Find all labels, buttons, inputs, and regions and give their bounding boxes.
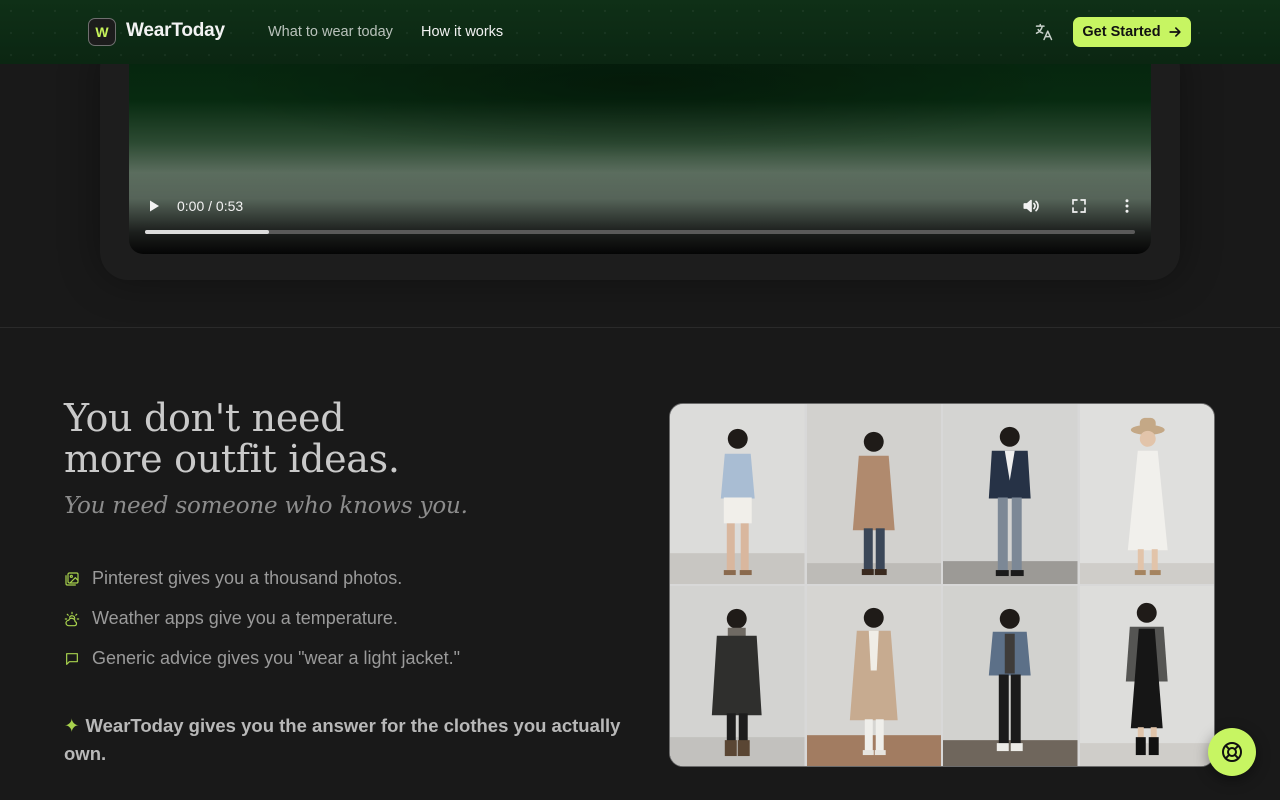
get-started-button[interactable]: Get Started: [1073, 17, 1191, 47]
play-icon[interactable]: [146, 198, 162, 214]
brand-name[interactable]: WearToday: [126, 20, 225, 42]
sparkle-icon: ✦: [64, 715, 80, 736]
outfit-photo-grid: [669, 403, 1215, 767]
video-progress-fill: [145, 230, 269, 234]
get-started-label: Get Started: [1082, 24, 1161, 40]
demo-video[interactable]: [129, 40, 1151, 254]
pain-point-text: Pinterest gives you a thousand photos.: [92, 568, 403, 588]
video-progress-bar[interactable]: [145, 230, 1135, 234]
headline-line-1: You don't need: [64, 396, 345, 440]
help-button[interactable]: [1208, 728, 1256, 776]
section-subhead: You need someone who knows you.: [64, 493, 468, 519]
value-proposition: ✦ WearToday gives you the answer for the …: [64, 712, 634, 768]
sun-cloud-icon: [64, 611, 80, 626]
headline-line-2: more outfit ideas.: [64, 437, 400, 481]
life-buoy-icon: [1222, 742, 1242, 762]
nav-how-it-works[interactable]: How it works: [421, 24, 503, 40]
arrow-right-icon: [1168, 27, 1181, 37]
fullscreen-icon[interactable]: [1070, 197, 1088, 215]
pain-point-item: Generic advice gives you "wear a light j…: [64, 648, 460, 669]
outfit-photo: [670, 586, 805, 766]
logo-letter: W: [95, 24, 109, 40]
section-headline: You don't need more outfit ideas.: [64, 398, 624, 480]
nav-what-to-wear-today[interactable]: What to wear today: [268, 24, 393, 40]
pain-point-text: Weather apps give you a temperature.: [92, 608, 398, 628]
value-proposition-text: WearToday gives you the answer for the c…: [64, 715, 621, 764]
chat-bubble-icon: [66, 652, 78, 665]
outfit-photo: [806, 586, 941, 766]
translate-icon[interactable]: [1034, 22, 1054, 42]
pain-point-item: Weather apps give you a temperature.: [64, 608, 398, 629]
outfit-photo: [806, 404, 941, 584]
outfit-photo: [1079, 586, 1214, 766]
pain-point-text: Generic advice gives you "wear a light j…: [92, 648, 460, 668]
outfit-photo: [670, 404, 805, 584]
logo-mark[interactable]: W: [88, 18, 116, 46]
outfit-photo: [943, 586, 1078, 766]
outfit-photo: [943, 404, 1078, 584]
site-header: W WearToday What to wear today How it wo…: [0, 0, 1280, 64]
section-divider: [0, 327, 1280, 328]
video-time: 0:00 / 0:53: [177, 198, 244, 214]
image-gallery-icon: [65, 571, 79, 586]
volume-icon[interactable]: [1021, 196, 1041, 216]
outfit-photo: [1079, 404, 1214, 584]
pain-point-item: Pinterest gives you a thousand photos.: [64, 568, 402, 589]
more-options-icon[interactable]: [1118, 196, 1136, 216]
